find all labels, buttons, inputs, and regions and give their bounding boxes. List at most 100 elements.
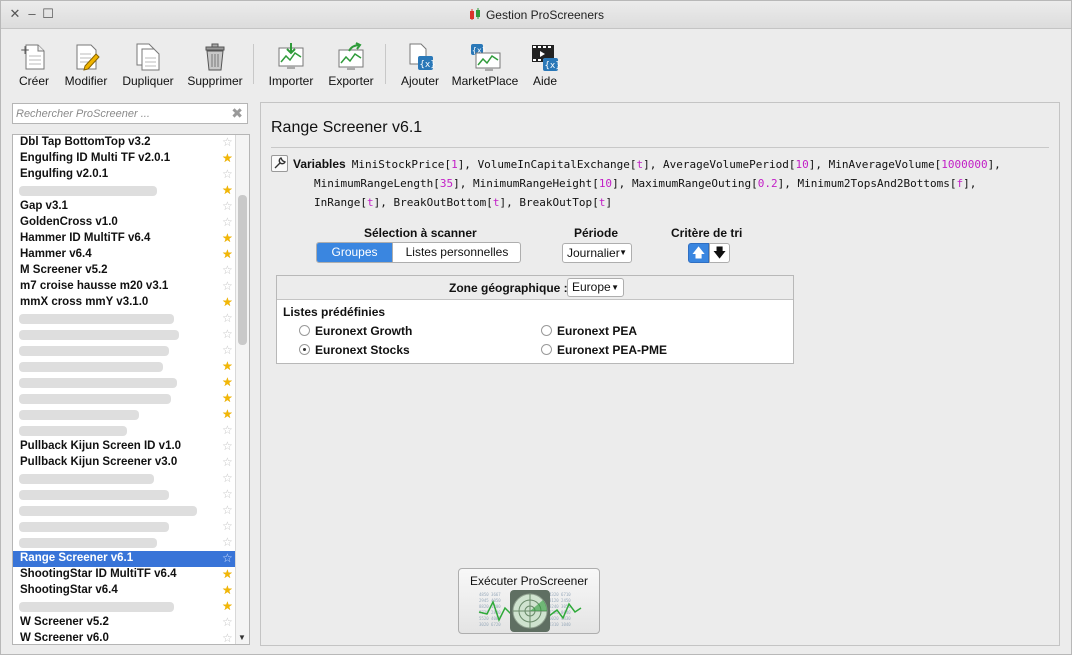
list-item[interactable]: ★ xyxy=(13,359,236,375)
favorite-star-icon[interactable]: ☆ xyxy=(222,168,233,181)
list-item[interactable]: ShootingStar ID MultiTF v6.4 ★ xyxy=(13,567,236,583)
zone-label: Zone géographique : xyxy=(449,281,568,295)
list-item[interactable]: GoldenCross v1.0 ☆ xyxy=(13,215,236,231)
favorite-star-icon[interactable]: ★ xyxy=(222,392,233,405)
favorite-star-icon[interactable]: ☆ xyxy=(222,264,233,277)
scroll-thumb[interactable] xyxy=(238,195,247,345)
favorite-star-icon[interactable]: ☆ xyxy=(222,424,233,437)
list-item[interactable]: ☆ xyxy=(13,423,236,439)
tab-groups[interactable]: Groupes xyxy=(317,243,392,262)
sort-ascending-button[interactable]: 🡅 xyxy=(688,243,709,263)
tab-personal-lists[interactable]: Listes personnelles xyxy=(392,243,520,262)
favorite-star-icon[interactable]: ☆ xyxy=(222,200,233,213)
list-item[interactable]: M Screener v5.2 ☆ xyxy=(13,263,236,279)
variable-value[interactable]: 1 xyxy=(451,158,458,171)
execute-proscreener-button[interactable]: Exécuter ProScreener 4850 3667 2945 4050 8… xyxy=(458,568,600,634)
list-item[interactable]: Pullback Kijun Screen ID v1.0 ☆ xyxy=(13,439,236,455)
favorite-star-icon[interactable]: ★ xyxy=(222,376,233,389)
favorite-star-icon[interactable]: ★ xyxy=(222,232,233,245)
list-item[interactable]: ★ xyxy=(13,375,236,391)
favorite-star-icon[interactable]: ☆ xyxy=(222,616,233,629)
favorite-star-icon[interactable]: ☆ xyxy=(222,488,233,501)
list-item[interactable]: Range Screener v6.1 ☆ xyxy=(13,551,236,567)
variable-value[interactable]: 10 xyxy=(795,158,808,171)
list-item-label: Gap v3.1 xyxy=(20,200,68,212)
list-item[interactable]: Pullback Kijun Screener v3.0 ☆ xyxy=(13,455,236,471)
favorite-star-icon[interactable]: ☆ xyxy=(222,456,233,469)
favorite-star-icon[interactable]: ★ xyxy=(222,600,233,613)
list-item[interactable]: ★ xyxy=(13,599,236,615)
list-item[interactable]: ☆ xyxy=(13,327,236,343)
favorite-star-icon[interactable]: ★ xyxy=(222,184,233,197)
duplicate-button[interactable]: Dupliquer xyxy=(120,42,176,92)
list-item[interactable]: W Screener v5.2 ☆ xyxy=(13,615,236,631)
bracket: [ xyxy=(486,196,493,209)
list-item[interactable]: Gap v3.1 ☆ xyxy=(13,199,236,215)
favorite-star-icon[interactable]: ☆ xyxy=(222,472,233,485)
help-button[interactable]: {x} Aide xyxy=(527,42,563,92)
favorite-star-icon[interactable]: ★ xyxy=(222,584,233,597)
list-item[interactable]: ☆ xyxy=(13,471,236,487)
clear-icon[interactable]: ✖ xyxy=(231,105,243,122)
variable-name: BreakOutBottom xyxy=(393,196,487,209)
list-item[interactable]: Engulfing ID Multi TF v2.0.1 ★ xyxy=(13,151,236,167)
favorite-star-icon[interactable]: ★ xyxy=(222,248,233,261)
list-scrollbar[interactable]: ▼ xyxy=(235,135,249,644)
wrench-icon[interactable] xyxy=(271,155,288,172)
variable-value[interactable]: 0.2 xyxy=(758,177,778,190)
variable-value[interactable]: 10 xyxy=(599,177,612,190)
favorite-star-icon[interactable]: ★ xyxy=(222,152,233,165)
add-button[interactable]: {x} Ajouter xyxy=(397,42,443,92)
favorite-star-icon[interactable]: ☆ xyxy=(222,440,233,453)
list-item[interactable]: W Screener v6.0 ☆ xyxy=(13,631,236,645)
export-button[interactable]: Exporter xyxy=(326,42,376,92)
delete-button[interactable]: Supprimer xyxy=(186,42,244,92)
list-item[interactable]: ☆ xyxy=(13,535,236,551)
list-item-label: M Screener v5.2 xyxy=(20,264,108,276)
favorite-star-icon[interactable]: ☆ xyxy=(222,520,233,533)
variable-value[interactable]: 35 xyxy=(440,177,453,190)
list-item[interactable]: ★ xyxy=(13,183,236,199)
favorite-star-icon[interactable]: ☆ xyxy=(222,216,233,229)
list-item[interactable]: ShootingStar v6.4 ★ xyxy=(13,583,236,599)
list-item[interactable]: ☆ xyxy=(13,311,236,327)
favorite-star-icon[interactable]: ☆ xyxy=(222,280,233,293)
list-item[interactable]: m7 croise hausse m20 v3.1 ☆ xyxy=(13,279,236,295)
variable-name: MaximumRangeOuting xyxy=(631,177,752,190)
import-button[interactable]: Importer xyxy=(266,42,316,92)
scroll-down-icon[interactable]: ▼ xyxy=(238,633,246,642)
zone-select[interactable]: Europe ▼ xyxy=(567,278,624,297)
variable-value[interactable]: 1000000 xyxy=(941,158,987,171)
favorite-star-icon[interactable]: ☆ xyxy=(222,552,233,565)
sort-descending-button[interactable]: 🡇 xyxy=(709,243,730,263)
favorite-star-icon[interactable]: ☆ xyxy=(222,312,233,325)
favorite-star-icon[interactable]: ☆ xyxy=(222,344,233,357)
list-item[interactable]: ☆ xyxy=(13,343,236,359)
favorite-star-icon[interactable]: ☆ xyxy=(222,136,233,149)
favorite-star-icon[interactable]: ★ xyxy=(222,296,233,309)
list-item[interactable]: ☆ xyxy=(13,487,236,503)
list-item[interactable]: Dbl Tap BottomTop v3.2 ☆ xyxy=(13,135,236,151)
favorite-star-icon[interactable]: ☆ xyxy=(222,328,233,341)
list-item[interactable]: mmX cross mmY v3.1.0 ★ xyxy=(13,295,236,311)
favorite-star-icon[interactable]: ☆ xyxy=(222,536,233,549)
list-item[interactable]: ★ xyxy=(13,407,236,423)
list-item[interactable]: ☆ xyxy=(13,519,236,535)
marketplace-button[interactable]: {x} MarketPlace xyxy=(451,42,519,92)
period-select[interactable]: Journalier ▼ xyxy=(562,243,632,263)
list-item[interactable]: Engulfing v2.0.1 ☆ xyxy=(13,167,236,183)
list-item[interactable]: Hammer ID MultiTF v6.4 ★ xyxy=(13,231,236,247)
variable-value[interactable]: t xyxy=(367,196,374,209)
search-input[interactable] xyxy=(16,106,224,121)
list-item[interactable]: ☆ xyxy=(13,503,236,519)
favorite-star-icon[interactable]: ★ xyxy=(222,408,233,421)
favorite-star-icon[interactable]: ★ xyxy=(222,360,233,373)
variables-label: Variables xyxy=(293,157,346,171)
create-button[interactable]: + Créer xyxy=(16,42,52,92)
modify-button[interactable]: Modifier xyxy=(63,42,109,92)
favorite-star-icon[interactable]: ★ xyxy=(222,568,233,581)
favorite-star-icon[interactable]: ☆ xyxy=(222,504,233,517)
favorite-star-icon[interactable]: ☆ xyxy=(222,632,233,645)
list-item[interactable]: Hammer v6.4 ★ xyxy=(13,247,236,263)
list-item[interactable]: ★ xyxy=(13,391,236,407)
